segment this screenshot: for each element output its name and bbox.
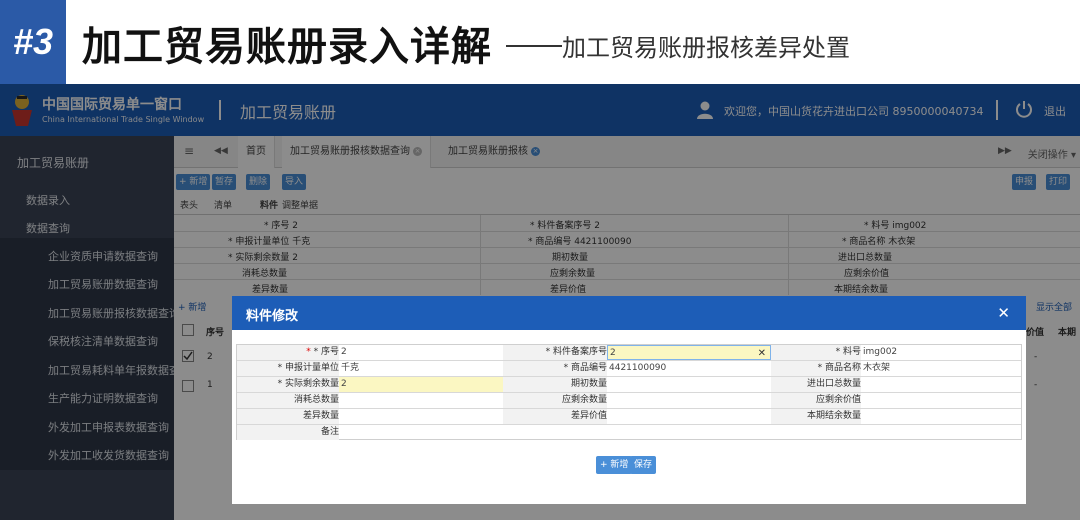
unit-input[interactable]: 千克 <box>339 361 503 376</box>
form-row: * 实际剩余数量 2 期初数量 进出口总数量 <box>237 377 1021 393</box>
dialog-header: 料件修改 ✕ <box>232 296 1026 330</box>
material-edit-dialog: 料件修改 ✕ * * 序号 2 * 料件备案序号 2 ✕ * 料号 img002 … <box>232 296 1026 504</box>
section-badge: #3 <box>0 0 66 84</box>
opening-qty-input[interactable] <box>607 377 771 392</box>
should-remain-value-input[interactable] <box>861 393 1021 408</box>
slide-header: #3 加工贸易账册录入详解 加工贸易账册报核差异处置 <box>0 0 1080 84</box>
diff-value-input[interactable] <box>607 409 771 424</box>
field-label: 消耗总数量 <box>237 393 339 408</box>
dialog-title: 料件修改 <box>246 309 299 324</box>
io-total-input[interactable] <box>861 377 1021 392</box>
field-label: * 申报计量单位 <box>237 361 339 376</box>
field-label: 期初数量 <box>503 377 607 392</box>
field-label: 差异数量 <box>237 409 339 424</box>
slide-title: 加工贸易账册录入详解 <box>82 24 492 70</box>
field-label: * 料号 <box>771 345 861 360</box>
form-row: * 申报计量单位 千克 * 商品编号 4421100090 * 商品名称 木衣架 <box>237 361 1021 377</box>
material-seq-input[interactable]: 2 ✕ <box>607 345 771 360</box>
add-button[interactable]: + 新增 <box>596 456 633 474</box>
field-label: * 商品编号 <box>503 361 607 376</box>
field-label: * * 序号 <box>237 345 339 360</box>
goods-name-input[interactable]: 木衣架 <box>861 361 1021 376</box>
seq-input[interactable]: 2 <box>339 345 503 360</box>
form-row: * * 序号 2 * 料件备案序号 2 ✕ * 料号 img002 <box>237 345 1021 361</box>
hs-code-input[interactable]: 4421100090 <box>607 361 771 376</box>
slide-subtitle: 加工贸易账册报核差异处置 <box>562 34 850 62</box>
diff-qty-input[interactable] <box>339 409 503 424</box>
close-icon[interactable]: ✕ <box>997 304 1010 322</box>
remark-input[interactable] <box>339 425 1021 440</box>
field-label: * 实际剩余数量 <box>237 377 339 392</box>
field-label: 应剩余价值 <box>771 393 861 408</box>
actual-remaining-input[interactable]: 2 <box>339 377 503 392</box>
field-label: 进出口总数量 <box>771 377 861 392</box>
consumption-input[interactable] <box>339 393 503 408</box>
title-dash <box>506 45 562 47</box>
form-row: 消耗总数量 应剩余数量 应剩余价值 <box>237 393 1021 409</box>
field-label: * 料件备案序号 <box>503 345 607 360</box>
field-label: 差异价值 <box>503 409 607 424</box>
part-no-input[interactable]: img002 <box>861 345 1021 360</box>
save-button[interactable]: 保存 <box>630 456 657 474</box>
material-form: * * 序号 2 * 料件备案序号 2 ✕ * 料号 img002 * 申报计量单… <box>236 344 1022 440</box>
field-label: 应剩余数量 <box>503 393 607 408</box>
field-label: 备注 <box>237 425 339 440</box>
form-row: 差异数量 差异价值 本期结余数量 <box>237 409 1021 425</box>
field-label: 本期结余数量 <box>771 409 861 424</box>
clear-input-icon[interactable]: ✕ <box>758 346 766 361</box>
period-balance-input[interactable] <box>861 409 1021 424</box>
form-row: 备注 <box>237 425 1021 441</box>
should-remain-input[interactable] <box>607 393 771 408</box>
field-label: * 商品名称 <box>771 361 861 376</box>
